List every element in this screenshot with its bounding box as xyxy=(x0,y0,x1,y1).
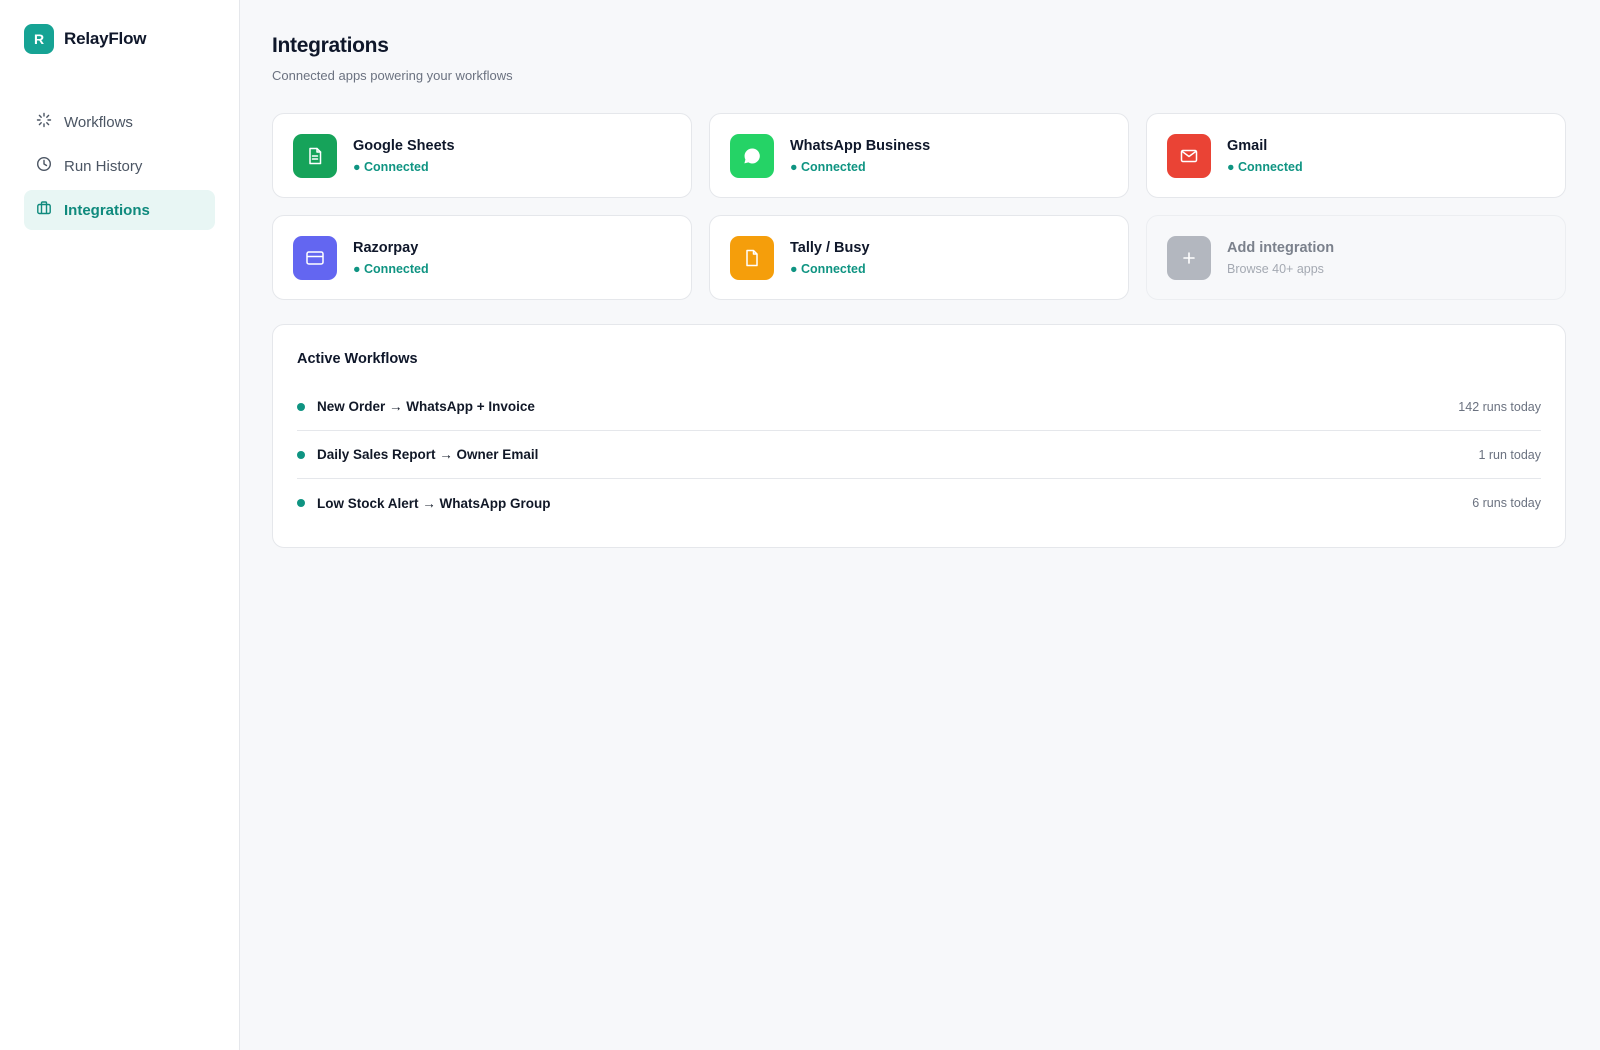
workflow-row[interactable]: Low Stock Alert → WhatsApp Group 6 runs … xyxy=(297,479,1541,527)
sidebar: R RelayFlow Workflows Run History Integr… xyxy=(0,0,240,1050)
integration-card-whatsapp-business[interactable]: WhatsApp Business ● Connected xyxy=(709,113,1129,198)
add-integration-label: Add integration xyxy=(1227,239,1335,256)
status-badge: ● Connected xyxy=(353,159,429,174)
page-title: Integrations xyxy=(272,34,389,57)
integration-name: Tally / Busy xyxy=(790,239,870,256)
integration-name: Google Sheets xyxy=(353,137,455,154)
sidebar-item-label: Integrations xyxy=(64,201,150,219)
integration-card-gmail[interactable]: Gmail ● Connected xyxy=(1146,113,1566,198)
credit-card-icon xyxy=(293,235,337,280)
sidebar-item-label: Workflows xyxy=(64,113,133,131)
integration-card-google-sheets[interactable]: Google Sheets ● Connected xyxy=(272,113,692,198)
add-integration-card[interactable]: Add integration Browse 40+ apps xyxy=(1146,215,1566,300)
sidebar-item-run-history[interactable]: Run History xyxy=(24,146,215,186)
integration-card-razorpay[interactable]: Razorpay ● Connected xyxy=(272,215,692,300)
panel-title: Active Workflows xyxy=(297,351,418,367)
file-icon xyxy=(730,235,774,280)
briefcase-icon xyxy=(36,200,52,220)
integrations-grid: Google Sheets ● Connected WhatsApp Busin… xyxy=(272,113,1568,300)
sheet-icon xyxy=(293,133,337,178)
active-status-dot xyxy=(297,499,305,507)
workflow-name: Low Stock Alert → WhatsApp Group xyxy=(317,495,551,511)
add-integration-hint: Browse 40+ apps xyxy=(1227,261,1324,276)
status-badge: ● Connected xyxy=(1227,159,1303,174)
workflow-name: New Order → WhatsApp + Invoice xyxy=(317,399,535,414)
integration-name: WhatsApp Business xyxy=(790,137,931,154)
status-badge: ● Connected xyxy=(790,261,866,276)
plus-icon xyxy=(1167,235,1211,280)
workflow-runs: 142 runs today xyxy=(1458,399,1541,414)
workflow-runs: 1 run today xyxy=(1478,447,1541,462)
integration-name: Gmail xyxy=(1227,137,1268,154)
status-badge: ● Connected xyxy=(353,261,429,276)
workflow-row[interactable]: Daily Sales Report → Owner Email 1 run t… xyxy=(297,431,1541,479)
sidebar-item-integrations[interactable]: Integrations xyxy=(24,190,215,230)
brand-logo: R xyxy=(24,24,54,54)
sidebar-nav: Workflows Run History Integrations xyxy=(24,102,215,230)
mail-icon xyxy=(1167,133,1211,178)
integration-name: Razorpay xyxy=(353,239,419,256)
workflow-row[interactable]: New Order → WhatsApp + Invoice 142 runs … xyxy=(297,383,1541,431)
main-content: Integrations Connected apps powering you… xyxy=(240,0,1600,1050)
active-workflows-panel: Active Workflows New Order → WhatsApp + … xyxy=(272,324,1566,548)
workflow-runs: 6 runs today xyxy=(1472,496,1541,510)
workflow-name: Daily Sales Report → Owner Email xyxy=(317,447,539,462)
sidebar-item-label: Run History xyxy=(64,157,143,175)
page-subtitle: Connected apps powering your workflows xyxy=(272,68,513,83)
active-status-dot xyxy=(297,450,305,459)
brand[interactable]: R RelayFlow xyxy=(24,24,215,54)
chat-bubble-icon xyxy=(730,133,774,178)
loader-icon xyxy=(36,112,52,132)
brand-name: RelayFlow xyxy=(64,29,147,48)
clock-icon xyxy=(36,156,52,176)
integration-card-tally-busy[interactable]: Tally / Busy ● Connected xyxy=(709,215,1129,300)
sidebar-item-workflows[interactable]: Workflows xyxy=(24,102,215,142)
status-badge: ● Connected xyxy=(790,159,866,174)
active-status-dot xyxy=(297,402,305,411)
